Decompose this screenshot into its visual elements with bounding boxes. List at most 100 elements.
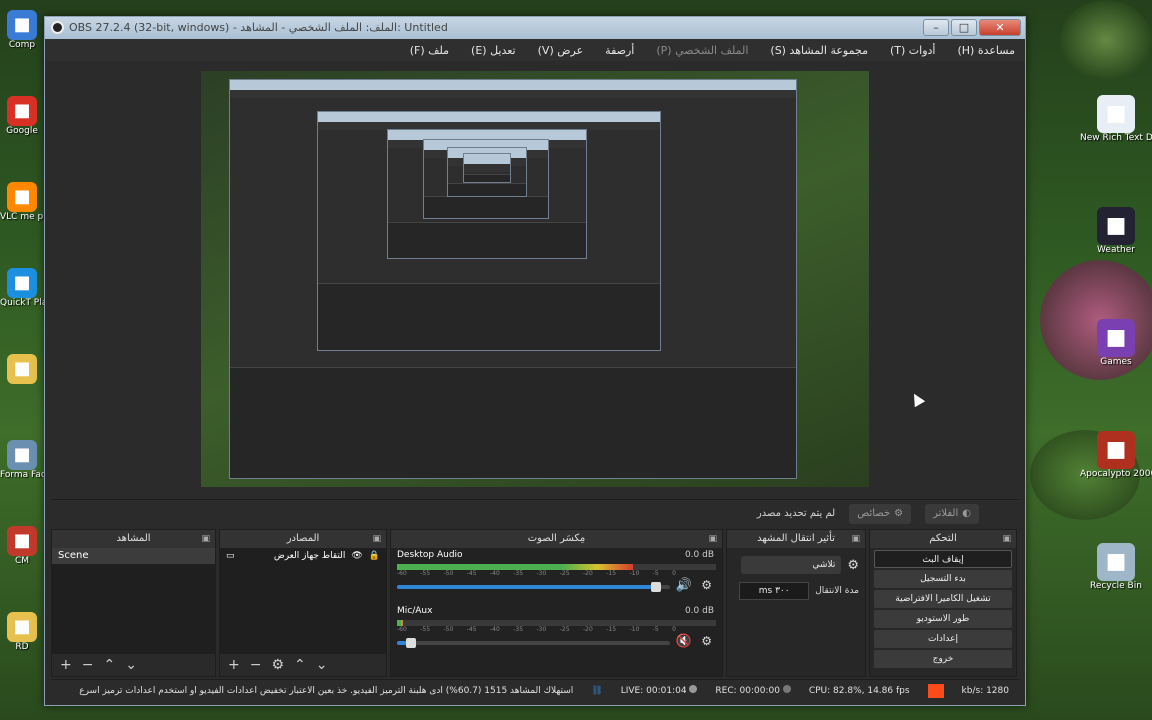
volume-slider[interactable]: 🔇 ⚙ xyxy=(397,634,716,650)
tick-label: -5 xyxy=(652,570,659,577)
sources-toolbar: + − ⚙ ⌃ ⌄ xyxy=(220,654,386,676)
desktop-shortcut[interactable]: ■ RD xyxy=(0,612,44,653)
desktop-shortcut[interactable]: ■New Rich Text Doc... xyxy=(1080,95,1152,144)
tick-label: -25 xyxy=(559,626,570,633)
menu-item[interactable]: عرض (V) xyxy=(538,44,584,57)
remove-scene-button[interactable]: − xyxy=(82,658,94,672)
desktop-shortcut[interactable]: ■Apocalypto 2006 4K[2... xyxy=(1080,431,1152,480)
properties-button[interactable]: ⚙ خصائص xyxy=(849,503,912,524)
tick-label: -20 xyxy=(583,570,593,577)
maximize-button[interactable]: □ xyxy=(951,19,977,36)
tick-label: -15 xyxy=(606,570,617,577)
menu-item[interactable]: مجموعة المشاهد (S) xyxy=(770,44,868,57)
desktop-shortcut-label: Forma Facto xyxy=(0,470,44,480)
remove-source-button[interactable]: − xyxy=(250,658,262,672)
live-indicator-icon xyxy=(689,685,698,693)
tick-label: -10 xyxy=(629,570,640,577)
title-bar[interactable]: OBS 27.2.4 (32-bit, windows) - الملف: ال… xyxy=(45,17,1025,39)
tick-label: -50 xyxy=(443,570,454,577)
gear-icon[interactable]: ⚙ xyxy=(701,578,712,592)
rec-indicator-icon xyxy=(782,685,791,693)
control-button[interactable]: إيقاف البث xyxy=(874,550,1012,568)
control-button[interactable]: تشغيل الكاميرا الافتراضية xyxy=(874,590,1012,608)
volume-slider[interactable]: 🔊 ⚙ xyxy=(397,578,716,594)
obs-window: OBS 27.2.4 (32-bit, windows) - الملف: ال… xyxy=(44,16,1026,706)
desktop-icons-right: ■New Rich Text Doc...■Weather■Games■Apoc… xyxy=(1080,95,1152,715)
transition-select[interactable]: تلاشي xyxy=(741,556,842,574)
desktop-shortcut[interactable]: ■ Recycle Bin xyxy=(1080,543,1152,592)
dock-float-icon[interactable]: ▣ xyxy=(851,530,860,548)
sources-list: 🔒 👁 التقاط جهاز العرض ▭ xyxy=(220,548,386,654)
channel-db: 0.0 dB xyxy=(684,550,714,560)
control-button[interactable]: طور الاستوديو xyxy=(874,610,1012,628)
dock-float-icon[interactable]: ▣ xyxy=(708,530,717,548)
source-settings-button[interactable]: ⚙ xyxy=(271,658,284,672)
move-down-button[interactable]: ⌄ xyxy=(125,658,137,672)
docks: المشاهد ▣ Scene + − ⌃ ⌄ المصادر ▣ 🔒 👁 ال… xyxy=(51,529,1019,677)
weather-icon: ■ xyxy=(1097,207,1135,245)
desktop-shortcut[interactable]: ■ Games xyxy=(1080,319,1152,368)
menu-item[interactable]: تعديل (E) xyxy=(471,44,516,57)
menu-item[interactable]: مساعدة (H) xyxy=(957,44,1015,57)
vlc-icon: ■ xyxy=(7,182,37,212)
move-up-button[interactable]: ⌃ xyxy=(294,658,306,672)
menu-item[interactable]: أدوات (T) xyxy=(890,44,936,57)
rec-timer: REC: 00:00:00 xyxy=(715,685,791,696)
menu-item[interactable]: ملف (F) xyxy=(410,44,449,57)
eye-icon[interactable]: 👁 xyxy=(351,551,362,561)
no-source-selected-label: لم يتم تحديد مصدر xyxy=(756,508,836,519)
channel-name: Mic/Aux xyxy=(397,606,433,616)
desktop-shortcut[interactable]: ■ CM xyxy=(0,526,44,567)
desktop-shortcut-label: Weather xyxy=(1097,245,1135,255)
desktop-shortcut[interactable]: ■QuickT Playe xyxy=(0,268,44,309)
tick-label: -55 xyxy=(420,626,431,633)
desktop-shortcut-label: New Rich Text Doc... xyxy=(1080,133,1152,143)
control-button[interactable]: بدء التسجيل xyxy=(874,570,1012,588)
add-scene-button[interactable]: + xyxy=(60,658,72,672)
tick-label: -40 xyxy=(490,570,500,577)
tick-label: -30 xyxy=(536,570,547,577)
add-source-button[interactable]: + xyxy=(228,658,240,672)
menu-item[interactable]: أرصفة xyxy=(605,44,634,57)
stream-health-indicator xyxy=(927,683,944,698)
control-button[interactable]: خروج xyxy=(874,650,1012,668)
tick-label: -10 xyxy=(629,626,640,633)
controls-dock-title: التحكم ▣ xyxy=(870,530,1016,548)
quicktime-icon: ■ xyxy=(7,268,37,298)
speaker-muted-icon[interactable]: 🔇 xyxy=(676,634,692,649)
preview-canvas[interactable] xyxy=(201,71,869,487)
scene-item[interactable]: Scene xyxy=(52,548,215,564)
channel-name: Desktop Audio xyxy=(397,550,463,560)
dock-float-icon[interactable]: ▣ xyxy=(1002,530,1011,548)
speaker-icon[interactable]: 🔊 xyxy=(676,578,692,593)
desktop-shortcut[interactable]: ■Forma Facto xyxy=(0,440,44,481)
desktop-shortcut[interactable]: ■ Weather xyxy=(1080,207,1152,256)
desktop-shortcut-label: Google xyxy=(6,126,38,136)
filters-button[interactable]: ◐ الفلاتر xyxy=(925,503,979,524)
transition-select-row: ⚙ تلاشي xyxy=(727,552,865,578)
tick-label: -60 xyxy=(397,626,407,633)
duration-input[interactable]: ٣٠٠ ms xyxy=(739,582,810,600)
control-button[interactable]: إعدادات xyxy=(874,630,1012,648)
desktop-shortcut[interactable]: ■ Google xyxy=(0,96,44,137)
desktop-shortcut[interactable]: ■VLC me playe xyxy=(0,182,44,223)
move-down-button[interactable]: ⌄ xyxy=(316,658,328,672)
menu-item[interactable]: الملف الشخصي (P) xyxy=(656,44,748,57)
source-item[interactable]: 🔒 👁 التقاط جهاز العرض ▭ xyxy=(220,548,386,564)
tick-label: -20 xyxy=(583,626,593,633)
lock-icon[interactable]: 🔒 xyxy=(369,551,380,561)
desktop-shortcut-label: VLC me playe xyxy=(0,212,44,222)
status-bar: kb/s: 1280 CPU: 82.8%, 14.86 fps REC: 00… xyxy=(51,679,1019,701)
dock-float-icon[interactable]: ▣ xyxy=(372,530,381,548)
desktop-shortcut[interactable]: ■ Comp xyxy=(0,10,44,51)
transition-settings-icon[interactable]: ⚙ xyxy=(847,558,859,573)
recycle-bin-icon: ■ xyxy=(1097,543,1135,581)
minimize-button[interactable]: – xyxy=(923,19,949,36)
close-button[interactable]: ✕ xyxy=(979,19,1021,36)
gear-icon[interactable]: ⚙ xyxy=(701,634,712,648)
dock-float-icon[interactable]: ▣ xyxy=(201,530,210,548)
obs-logo-icon xyxy=(51,21,64,34)
tick-label: -5 xyxy=(652,626,659,633)
move-up-button[interactable]: ⌃ xyxy=(103,658,115,672)
desktop-shortcut[interactable]: ■ xyxy=(0,354,44,384)
